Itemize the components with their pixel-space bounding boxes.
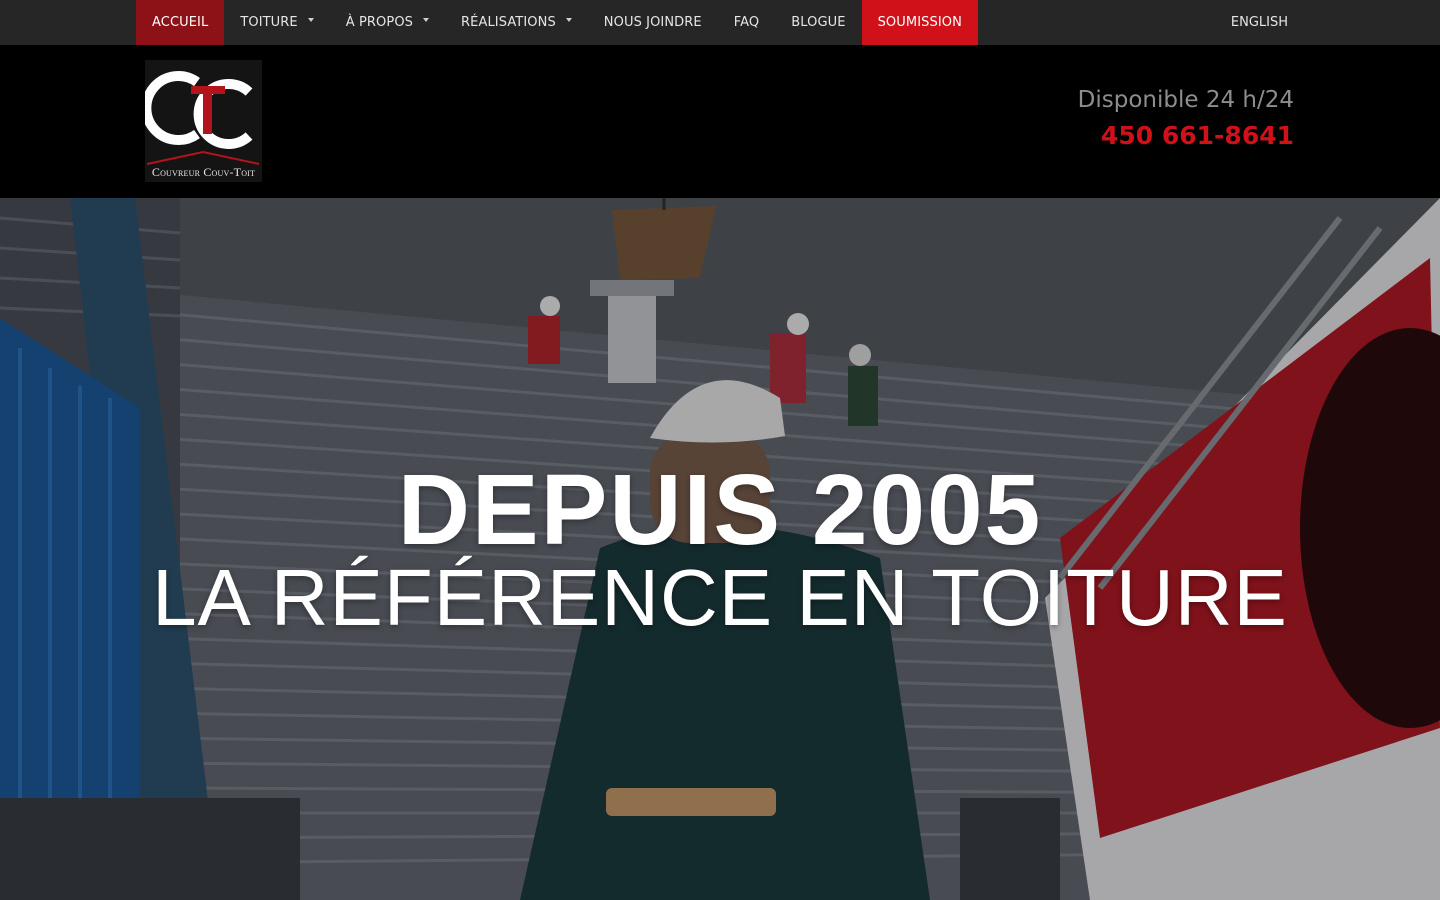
nav-item-realisations[interactable]: RÉALISATIONS xyxy=(445,0,588,45)
nav-item-label: NOUS JOINDRE xyxy=(603,15,702,30)
site-logo[interactable]: Couvreur Couv-Toit xyxy=(145,60,262,182)
ctc-logo-icon xyxy=(145,71,260,165)
caret-down-icon xyxy=(423,17,430,22)
logo-caption: Couvreur Couv-Toit xyxy=(151,165,256,179)
availability-text: Disponible 24 h/24 xyxy=(1077,87,1294,113)
nav-item-label: BLOGUE xyxy=(791,15,846,30)
nav-item-toiture[interactable]: TOITURE xyxy=(224,0,329,45)
nav-item-label: ACCUEIL xyxy=(152,15,209,30)
hero-title: DEPUIS 2005 xyxy=(397,454,1043,566)
top-navigation: ACCUEIL TOITURE À PROPOS RÉALISATIONS NO… xyxy=(0,0,1440,45)
caret-down-icon xyxy=(565,17,572,22)
nav-item-blogue[interactable]: BLOGUE xyxy=(775,0,861,45)
nav-item-nous-joindre[interactable]: NOUS JOINDRE xyxy=(588,0,718,45)
nav-item-soumission[interactable]: SOUMISSION xyxy=(861,0,978,45)
nav-item-label: TOITURE xyxy=(240,15,298,30)
site-header: Couvreur Couv-Toit Disponible 24 h/24 45… xyxy=(0,45,1440,198)
phone-number-link[interactable]: 450 661-8641 xyxy=(1101,121,1294,150)
nav-menu: ACCUEIL TOITURE À PROPOS RÉALISATIONS NO… xyxy=(136,0,978,45)
nav-item-a-propos[interactable]: À PROPOS xyxy=(330,0,445,45)
caret-down-icon xyxy=(307,17,314,22)
hero-banner: DEPUIS 2005 LA RÉFÉRENCE EN TOITURE xyxy=(0,198,1440,900)
nav-item-accueil[interactable]: ACCUEIL xyxy=(136,0,225,45)
nav-item-label: À PROPOS xyxy=(345,15,414,30)
nav-item-faq[interactable]: FAQ xyxy=(718,0,775,45)
nav-item-label: FAQ xyxy=(733,15,760,30)
nav-item-label: SOUMISSION xyxy=(877,15,962,30)
language-switch-link[interactable]: ENGLISH xyxy=(1231,0,1288,45)
nav-item-label: RÉALISATIONS xyxy=(461,15,556,30)
hero-subtitle: LA RÉFÉRENCE EN TOITURE xyxy=(152,553,1288,642)
